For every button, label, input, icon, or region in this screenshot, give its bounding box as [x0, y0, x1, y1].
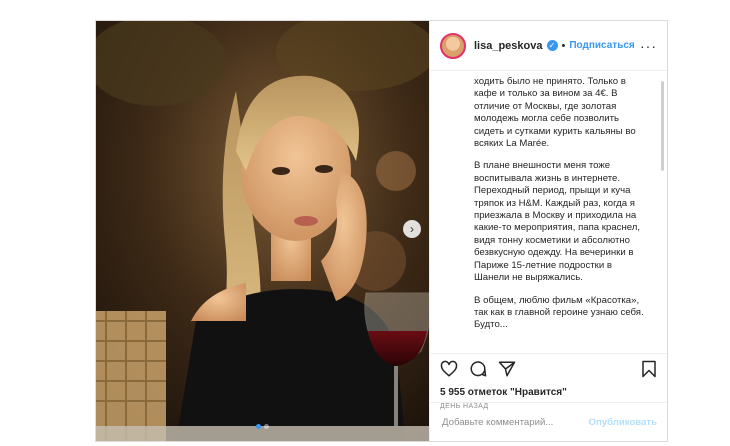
chevron-right-icon: ›	[410, 222, 414, 236]
more-options-icon[interactable]: ···	[640, 38, 657, 54]
comment-form: Опубликовать	[430, 402, 667, 441]
verified-badge-icon: ✓	[546, 40, 558, 51]
like-heart-icon[interactable]	[440, 360, 458, 378]
caption-scroll-area[interactable]: ходить было не принято. Только в кафе и …	[430, 71, 667, 353]
caption-paragraph: В плане внешности меня тоже воспитывала …	[474, 160, 641, 284]
comment-bubble-icon[interactable]	[469, 360, 487, 378]
bookmark-save-icon[interactable]	[641, 360, 657, 378]
post-photo[interactable]: ›	[96, 21, 429, 441]
action-bar	[430, 353, 667, 384]
comment-input[interactable]	[440, 415, 589, 429]
caption-paragraph: ходить было не принято. Только в кафе и …	[474, 76, 636, 150]
scrollbar-thumb[interactable]	[661, 81, 664, 171]
username[interactable]: lisa_peskova	[474, 40, 543, 52]
follow-button[interactable]: Подписаться	[569, 40, 634, 51]
share-send-icon[interactable]	[498, 360, 516, 378]
separator-dot: •	[561, 39, 566, 52]
avatar[interactable]	[440, 32, 466, 59]
caption-paragraph: В общем, люблю фильм «Красотка», так как…	[474, 294, 644, 331]
post-header: lisa_peskova ✓ • Подписаться ···	[430, 21, 667, 71]
carousel-next-button[interactable]: ›	[403, 220, 421, 238]
carousel-dot	[264, 424, 269, 429]
instagram-post: › lisa_peskova ✓ • Подписаться ··· ходит…	[95, 20, 668, 442]
carousel-indicator	[96, 424, 429, 429]
photo-illustration	[96, 21, 429, 441]
likes-count[interactable]: 5 955 отметок "Нравится"	[430, 384, 667, 398]
post-side-panel: lisa_peskova ✓ • Подписаться ··· ходить …	[429, 21, 667, 441]
publish-button[interactable]: Опубликовать	[588, 417, 657, 428]
carousel-dot-active	[256, 424, 261, 429]
